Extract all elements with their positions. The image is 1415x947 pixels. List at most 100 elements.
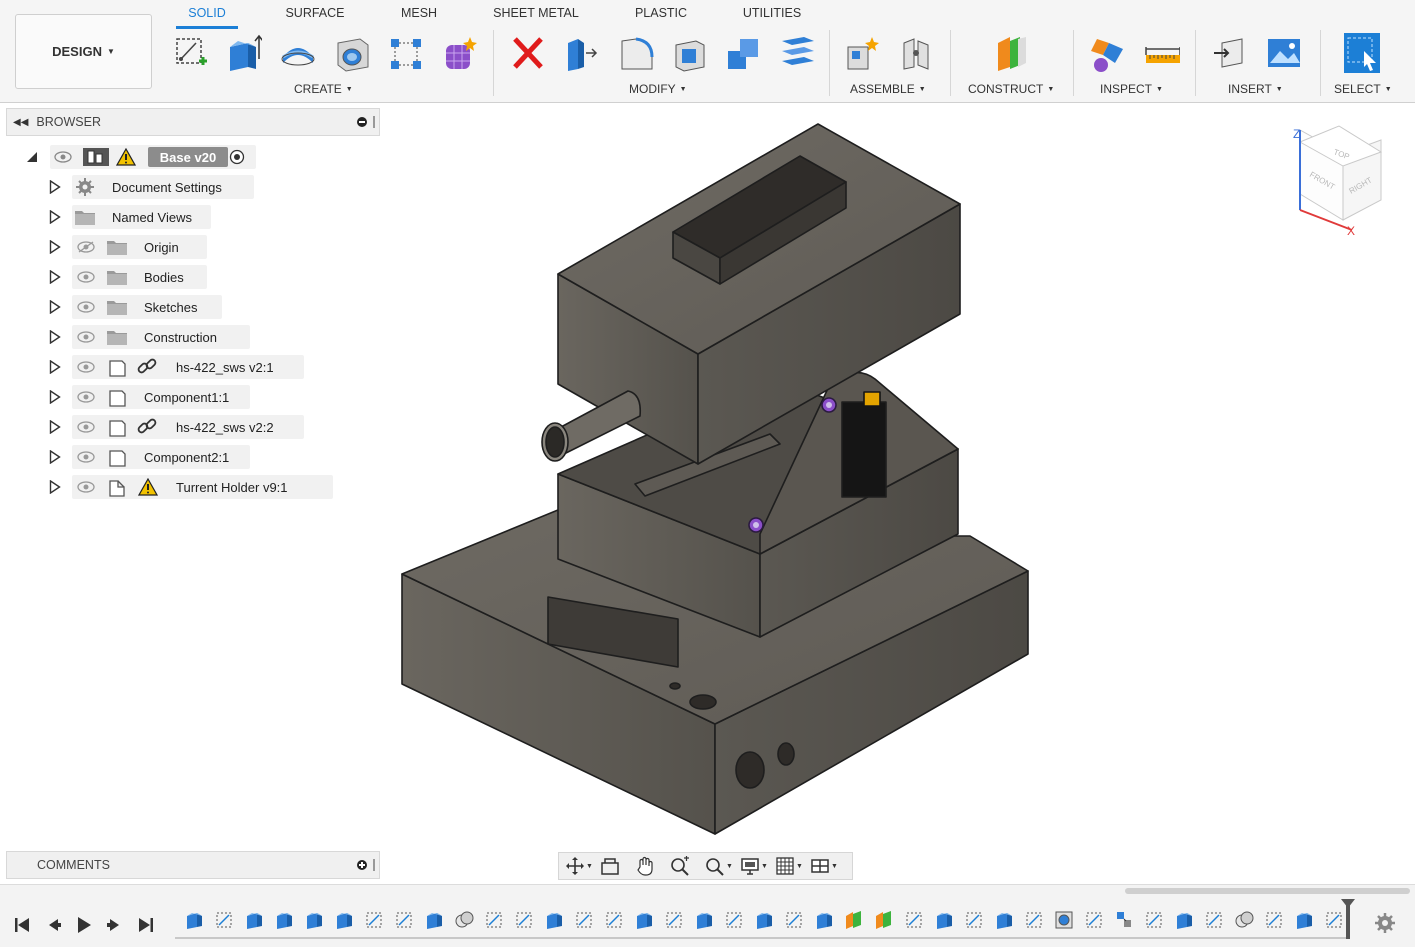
- browser-item[interactable]: Construction: [6, 324, 380, 350]
- sketch-feature-icon[interactable]: [363, 908, 385, 930]
- expand-triangle-icon[interactable]: [49, 480, 61, 494]
- grid-button[interactable]: ▼: [775, 855, 807, 877]
- step-forward-icon[interactable]: [105, 915, 125, 935]
- expand-triangle-icon[interactable]: [49, 360, 61, 374]
- eye-icon[interactable]: [77, 301, 95, 313]
- step-back-icon[interactable]: [43, 915, 63, 935]
- go-to-start-icon[interactable]: [12, 915, 32, 935]
- panel-grip-icon[interactable]: [373, 116, 375, 128]
- offset-plane-icon[interactable]: [990, 30, 1034, 76]
- display-component-colors-icon[interactable]: [1085, 30, 1129, 76]
- sketch-feature-icon[interactable]: [1263, 908, 1285, 930]
- extrude-feature-icon[interactable]: [303, 908, 325, 930]
- viewport-canvas[interactable]: [380, 104, 1415, 849]
- tab-mesh[interactable]: MESH: [400, 6, 438, 24]
- assemble-menu[interactable]: ASSEMBLE ▼: [850, 82, 926, 96]
- viewports-button[interactable]: ▼: [810, 855, 842, 877]
- extrude-feature-icon[interactable]: [633, 908, 655, 930]
- sketch-feature-icon[interactable]: [1143, 908, 1165, 930]
- sketch-feature-icon[interactable]: [603, 908, 625, 930]
- extrude-feature-icon[interactable]: [813, 908, 835, 930]
- pattern-icon[interactable]: [384, 30, 428, 76]
- hole-icon[interactable]: [330, 30, 374, 76]
- fillet-icon[interactable]: [614, 30, 658, 76]
- tab-surface[interactable]: SURFACE: [284, 6, 346, 24]
- sketch-feature-icon[interactable]: [1083, 908, 1105, 930]
- eye-icon[interactable]: [77, 421, 95, 433]
- hole-feature-icon[interactable]: [1053, 908, 1075, 930]
- extrude-icon[interactable]: [222, 30, 266, 76]
- combine-feature-icon[interactable]: [1233, 908, 1255, 930]
- shell-icon[interactable]: [668, 30, 712, 76]
- add-comment-icon[interactable]: [357, 860, 367, 870]
- sketch-feature-icon[interactable]: [903, 908, 925, 930]
- sketch-feature-icon[interactable]: [963, 908, 985, 930]
- tab-utilities[interactable]: UTILITIES: [742, 6, 802, 24]
- select-window-icon[interactable]: [1340, 30, 1384, 76]
- extrude-feature-icon[interactable]: [273, 908, 295, 930]
- pan-button[interactable]: [635, 855, 667, 877]
- expand-triangle-icon[interactable]: [49, 420, 61, 434]
- eye-icon[interactable]: [77, 361, 95, 373]
- gear-icon[interactable]: [1374, 912, 1396, 934]
- joint-icon[interactable]: [894, 30, 938, 76]
- extrude-feature-icon[interactable]: [993, 908, 1015, 930]
- view-cube[interactable]: Z X TOP FRONT RIGHT: [1285, 120, 1395, 240]
- browser-item[interactable]: Sketches: [6, 294, 380, 320]
- root-label[interactable]: Base v20: [148, 147, 228, 167]
- extrude-feature-icon[interactable]: [333, 908, 355, 930]
- eye-icon[interactable]: [77, 271, 95, 283]
- browser-item[interactable]: Bodies: [6, 264, 380, 290]
- plane-feature-icon[interactable]: [873, 908, 895, 930]
- browser-root[interactable]: Base v20: [6, 144, 380, 170]
- measure-icon[interactable]: [1140, 30, 1184, 76]
- fit-button[interactable]: ▼: [705, 855, 737, 877]
- browser-item[interactable]: hs-422_sws v2:1: [6, 354, 380, 380]
- construct-menu[interactable]: CONSTRUCT ▼: [968, 82, 1054, 96]
- sketch-feature-icon[interactable]: [1023, 908, 1045, 930]
- panel-grip-icon[interactable]: [373, 859, 375, 871]
- collapse-panel-icon[interactable]: ◀◀: [13, 117, 28, 128]
- play-icon[interactable]: [74, 915, 94, 935]
- insert-canvas-icon[interactable]: [1262, 30, 1306, 76]
- browser-item[interactable]: Named Views: [6, 204, 380, 230]
- expand-triangle-icon[interactable]: [49, 180, 61, 194]
- browser-item[interactable]: Turrent Holder v9:1: [6, 474, 380, 500]
- extrude-feature-icon[interactable]: [423, 908, 445, 930]
- combine-feature-icon[interactable]: [453, 908, 475, 930]
- sketch-feature-icon[interactable]: [513, 908, 535, 930]
- timeline-scrollbar[interactable]: [1125, 888, 1410, 894]
- sketch-feature-icon[interactable]: [573, 908, 595, 930]
- modify-menu[interactable]: MODIFY ▼: [629, 82, 687, 96]
- browser-item[interactable]: Component2:1: [6, 444, 380, 470]
- zoom-button[interactable]: [670, 855, 702, 877]
- revolve-icon[interactable]: [276, 30, 320, 76]
- expand-triangle-icon[interactable]: [49, 390, 61, 404]
- sketch-feature-icon[interactable]: [663, 908, 685, 930]
- expand-triangle-icon[interactable]: [49, 210, 61, 224]
- tab-solid[interactable]: SOLID: [176, 6, 238, 29]
- expand-triangle-icon[interactable]: [49, 450, 61, 464]
- expand-triangle-icon[interactable]: [49, 240, 61, 254]
- extrude-feature-icon[interactable]: [543, 908, 565, 930]
- collapse-triangle-icon[interactable]: [26, 150, 38, 164]
- tab-sheet-metal[interactable]: SHEET METAL: [492, 6, 580, 24]
- browser-item[interactable]: Component1:1: [6, 384, 380, 410]
- tab-plastic[interactable]: PLASTIC: [632, 6, 690, 24]
- minimize-panel-icon[interactable]: [357, 117, 367, 127]
- orbit-button[interactable]: ▼: [565, 855, 597, 877]
- eye-icon[interactable]: [77, 391, 95, 403]
- extrude-feature-icon[interactable]: [183, 908, 205, 930]
- extrude-feature-icon[interactable]: [243, 908, 265, 930]
- expand-triangle-icon[interactable]: [49, 300, 61, 314]
- sketch-feature-icon[interactable]: [213, 908, 235, 930]
- plane-feature-icon[interactable]: [843, 908, 865, 930]
- new-component-icon[interactable]: [840, 30, 884, 76]
- sketch-feature-icon[interactable]: [393, 908, 415, 930]
- timeline-marker[interactable]: [1341, 899, 1355, 939]
- delete-icon[interactable]: [506, 30, 550, 76]
- activate-radio-icon[interactable]: [229, 149, 245, 165]
- expand-triangle-icon[interactable]: [49, 330, 61, 344]
- eye-icon[interactable]: [77, 481, 95, 493]
- eye-hidden-icon[interactable]: [77, 241, 95, 253]
